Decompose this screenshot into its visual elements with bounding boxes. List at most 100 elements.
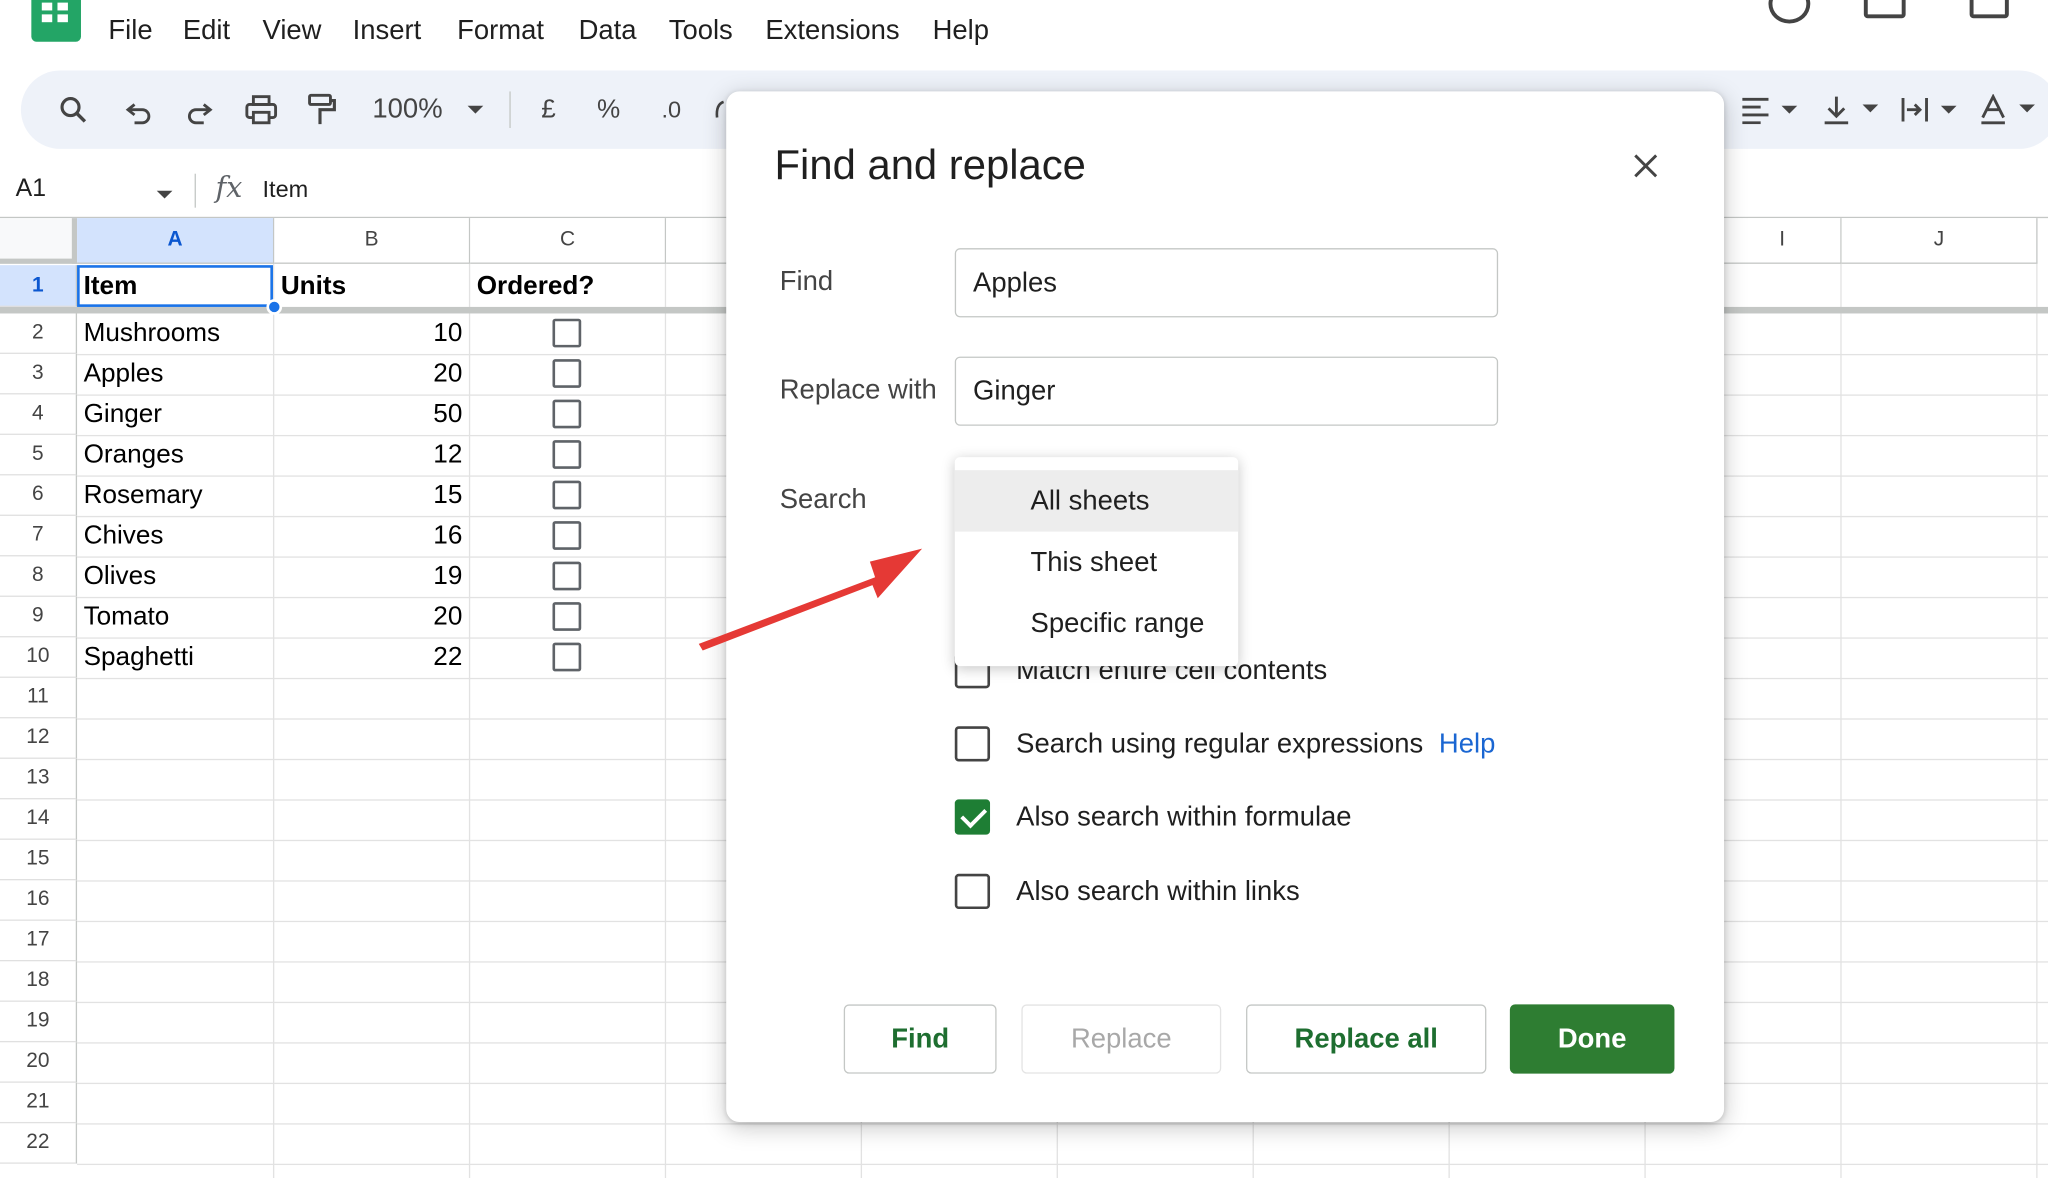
select-all-corner[interactable] (0, 218, 78, 264)
name-box-dropdown-icon[interactable] (155, 184, 173, 208)
cell-units[interactable]: 12 (281, 440, 462, 470)
done-button[interactable]: Done (1509, 1004, 1675, 1074)
search-menus-icon[interactable] (52, 71, 94, 149)
align-left-icon[interactable] (1737, 71, 1802, 149)
formula-input[interactable]: Item (263, 176, 309, 203)
row-header-11[interactable]: 11 (0, 677, 78, 719)
search-scope-dropdown[interactable]: All sheets This sheet Specific range (954, 457, 1239, 667)
row-header-1[interactable]: 1 (0, 265, 78, 307)
column-header-j[interactable]: J (1841, 218, 2038, 264)
cell-item[interactable]: Oranges (84, 440, 184, 470)
replace-button[interactable]: Replace (1021, 1004, 1222, 1074)
cell-item[interactable]: Apples (84, 359, 164, 389)
row-header-13[interactable]: 13 (0, 758, 78, 800)
dropdown-option-specific-range[interactable]: Specific range (955, 593, 1238, 654)
row-header-16[interactable]: 16 (0, 880, 78, 921)
ordered-checkbox[interactable] (552, 480, 582, 510)
find-input[interactable]: Apples (954, 248, 1499, 318)
cell-units[interactable]: 50 (281, 400, 462, 430)
ordered-checkbox[interactable] (552, 642, 582, 672)
ordered-checkbox[interactable] (552, 399, 582, 429)
replace-input[interactable]: Ginger (954, 356, 1499, 426)
option-regex[interactable]: Search using regular expressions Help (954, 726, 1495, 762)
ordered-checkbox[interactable] (552, 318, 582, 348)
text-wrap-icon[interactable] (1896, 71, 1961, 149)
print-icon[interactable] (240, 71, 282, 149)
undo-icon[interactable] (118, 71, 160, 149)
meet-icon[interactable] (1969, 0, 2009, 19)
column-header-d[interactable] (666, 218, 732, 264)
currency-format-button[interactable]: £ (530, 71, 567, 149)
cell-units[interactable]: 22 (281, 643, 462, 673)
column-header-i[interactable]: I (1724, 218, 1842, 264)
percent-format-button[interactable]: % (590, 71, 627, 149)
row-header-19[interactable]: 19 (0, 1001, 78, 1043)
fill-handle[interactable] (266, 299, 283, 315)
checkbox[interactable] (954, 873, 991, 910)
cell-item[interactable]: Olives (84, 562, 157, 592)
row-header-17[interactable]: 17 (0, 920, 78, 962)
cell-item[interactable]: Mushrooms (84, 319, 220, 349)
menu-help[interactable]: Help (933, 16, 989, 47)
comment-icon[interactable] (1863, 0, 1906, 19)
row-header-12[interactable]: 12 (0, 718, 78, 759)
close-icon[interactable] (1630, 150, 1661, 181)
row-header-18[interactable]: 18 (0, 961, 78, 1002)
column-header-b[interactable]: B (274, 218, 471, 264)
menu-file[interactable]: File (108, 16, 152, 47)
menu-data[interactable]: Data (579, 16, 637, 47)
cell-units[interactable]: 10 (281, 319, 462, 349)
cell-units[interactable]: 19 (281, 562, 462, 592)
row-header-6[interactable]: 6 (0, 475, 78, 516)
row-header-2[interactable]: 2 (0, 313, 78, 354)
cell-item[interactable]: Tomato (84, 602, 170, 632)
dropdown-option-all-sheets[interactable]: All sheets (954, 470, 1239, 532)
ordered-checkbox[interactable] (552, 561, 582, 591)
row-header-22[interactable]: 22 (0, 1123, 78, 1164)
row-header-7[interactable]: 7 (0, 515, 78, 557)
cell-item[interactable]: Spaghetti (84, 643, 194, 673)
zoom-select[interactable]: 100% (366, 71, 450, 149)
menu-insert[interactable]: Insert (353, 16, 422, 47)
cell-item[interactable]: Rosemary (84, 481, 203, 511)
option-search-formulae[interactable]: Also search within formulae (954, 799, 1352, 835)
cell-units[interactable]: 20 (281, 602, 462, 632)
cell-units[interactable]: 16 (281, 521, 462, 551)
cell-item[interactable]: Ginger (84, 400, 162, 430)
row-header-15[interactable]: 15 (0, 839, 78, 881)
find-button[interactable]: Find (843, 1004, 997, 1074)
row-header-20[interactable]: 20 (0, 1042, 78, 1083)
column-header-a[interactable]: A (77, 218, 275, 264)
text-rotation-icon[interactable] (1975, 71, 2040, 149)
paint-format-icon[interactable] (300, 71, 342, 149)
decrease-decimal-button[interactable]: .0 (648, 71, 695, 149)
row-header-5[interactable]: 5 (0, 434, 78, 476)
redo-icon[interactable] (179, 71, 221, 149)
chevron-down-icon[interactable] (460, 71, 491, 149)
menu-format[interactable]: Format (457, 16, 544, 47)
ordered-checkbox[interactable] (552, 359, 582, 388)
cell-b1[interactable]: Units (281, 272, 346, 302)
row-header-10[interactable]: 10 (0, 637, 78, 678)
cell-item[interactable]: Chives (84, 521, 164, 551)
menu-view[interactable]: View (263, 16, 322, 47)
checkbox-checked[interactable] (954, 799, 991, 835)
menu-tools[interactable]: Tools (669, 16, 733, 47)
cell-units[interactable]: 15 (281, 481, 462, 511)
ordered-checkbox[interactable] (552, 440, 582, 469)
row-header-21[interactable]: 21 (0, 1082, 78, 1124)
cell-units[interactable]: 20 (281, 359, 462, 389)
replace-all-button[interactable]: Replace all (1246, 1004, 1487, 1074)
row-header-3[interactable]: 3 (0, 353, 78, 395)
cell-c1[interactable]: Ordered? (477, 272, 595, 302)
checkbox[interactable] (954, 726, 991, 762)
history-icon[interactable] (1768, 0, 1811, 24)
menu-extensions[interactable]: Extensions (765, 16, 899, 47)
row-header-4[interactable]: 4 (0, 394, 78, 435)
help-link[interactable]: Help (1439, 728, 1495, 759)
sheets-logo-icon[interactable] (31, 0, 81, 42)
column-header-c[interactable]: C (470, 218, 667, 264)
option-search-links[interactable]: Also search within links (954, 873, 1300, 910)
row-header-14[interactable]: 14 (0, 799, 78, 840)
name-box[interactable]: A1 (16, 175, 46, 204)
